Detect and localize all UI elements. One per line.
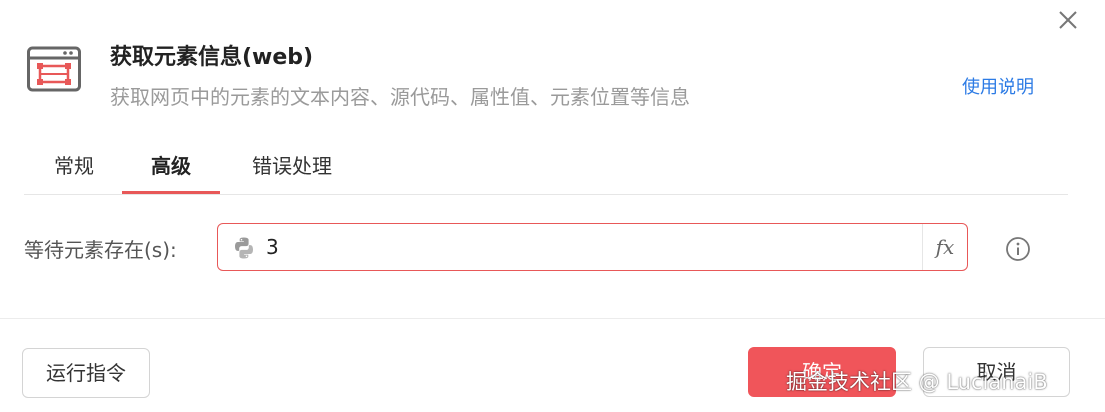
tab-advanced-label: 高级 <box>151 154 191 178</box>
footer-divider <box>0 318 1105 319</box>
dialog-description: 获取网页中的元素的文本内容、源代码、属性值、元素位置等信息 <box>110 85 690 109</box>
wait-element-input-box: fx <box>217 223 968 271</box>
tab-general[interactable]: 常规 <box>50 140 98 192</box>
run-command-button[interactable]: 运行指令 <box>22 348 150 398</box>
fx-button[interactable]: fx <box>922 224 967 270</box>
confirm-button[interactable]: 确定 <box>748 347 896 397</box>
help-link[interactable]: 使用说明 <box>962 74 1034 102</box>
close-icon <box>1059 11 1077 29</box>
python-icon <box>235 237 253 259</box>
close-button[interactable] <box>1054 6 1082 34</box>
active-tab-indicator <box>122 191 220 194</box>
info-icon[interactable] <box>1005 236 1031 262</box>
dialog-title: 获取元素信息(web) <box>110 45 314 70</box>
wait-element-input[interactable] <box>266 224 906 270</box>
dialog: 获取元素信息(web) 获取网页中的元素的文本内容、源代码、属性值、元素位置等信… <box>0 0 1105 412</box>
tab-error-handling[interactable]: 错误处理 <box>245 140 339 192</box>
tab-bar: 常规 高级 错误处理 <box>24 140 1068 195</box>
cancel-button[interactable]: 取消 <box>923 347 1070 397</box>
tab-advanced[interactable]: 高级 <box>122 140 220 194</box>
wait-element-label: 等待元素存在(s): <box>24 238 177 262</box>
browser-window-icon <box>27 46 83 94</box>
